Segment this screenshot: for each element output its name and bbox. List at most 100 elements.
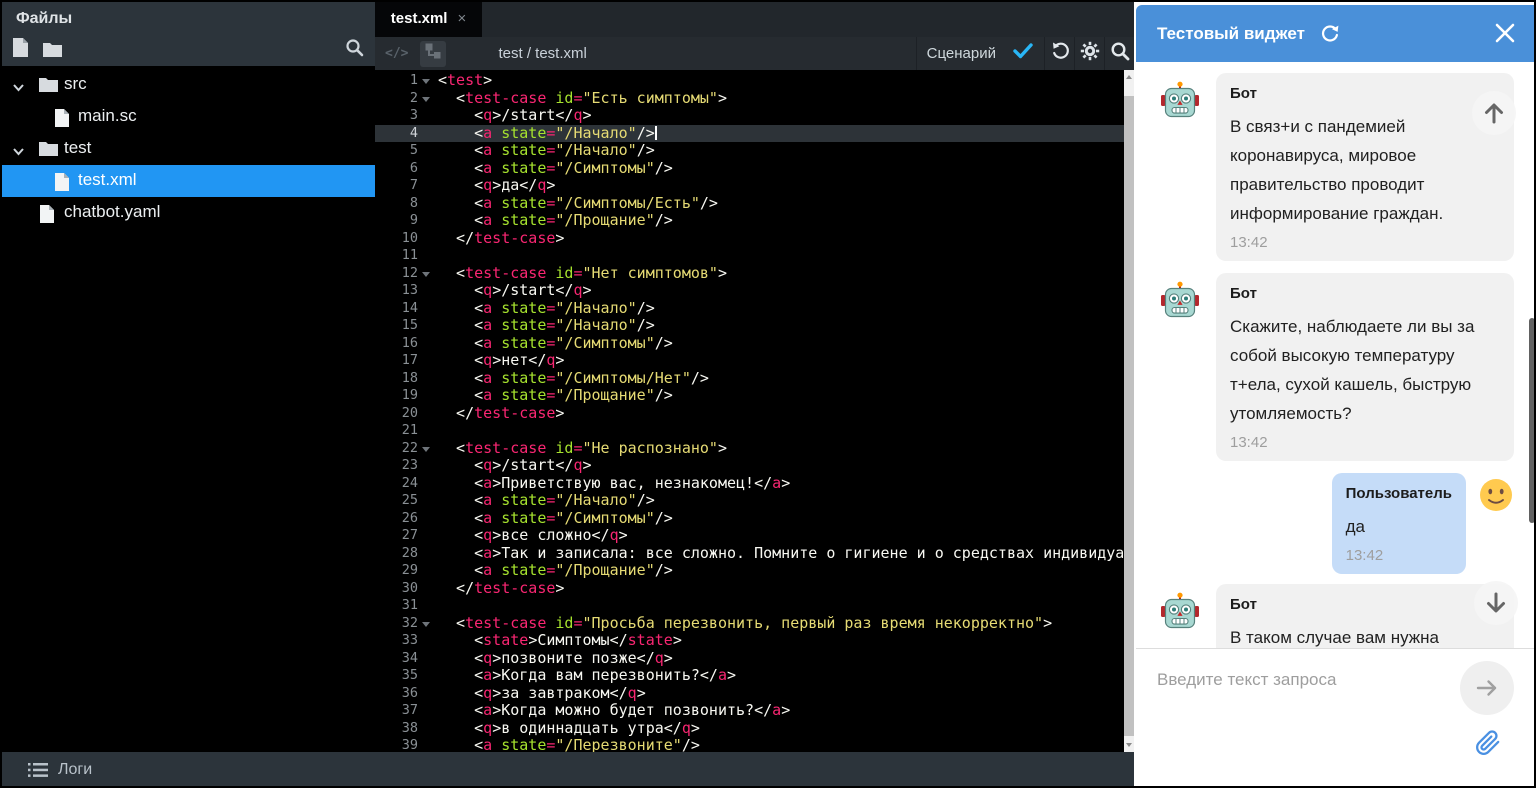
line-number: 39 [375, 737, 432, 752]
line-number: 11 [375, 247, 432, 265]
code-line-27[interactable]: 27 <q>все сложно</q> [375, 527, 1124, 545]
validate-check-icon[interactable] [1012, 42, 1034, 65]
file-icon [54, 172, 70, 197]
graph-view-button[interactable] [420, 41, 446, 67]
tree-item-label: src [64, 74, 87, 94]
code-line-13[interactable]: 13 <q>/start</q> [375, 282, 1124, 300]
tree-item-chatbot-yaml[interactable]: chatbot.yaml [0, 197, 375, 229]
code-lines: 1<test>2 <test-case id="Есть симптомы">3… [375, 72, 1124, 752]
tab-close-icon[interactable]: × [457, 11, 466, 26]
code-line-28[interactable]: 28 <a>Так и записала: все сложно. Помнит… [375, 545, 1124, 563]
refresh-button[interactable] [1319, 23, 1341, 45]
fold-arrow-icon[interactable] [422, 622, 430, 627]
code-line-7[interactable]: 7 <q>да</q> [375, 177, 1124, 195]
code-line-22[interactable]: 22 <test-case id="Не распознано"> [375, 440, 1124, 458]
new-file-button[interactable] [8, 38, 32, 62]
code-text: </test-case> [432, 230, 1124, 248]
code-line-24[interactable]: 24 <a>Приветствую вас, незнакомец!</a> [375, 475, 1124, 493]
scrollbar-up-arrow[interactable] [1126, 75, 1132, 79]
code-text: <a state="/Симптомы"/> [432, 160, 1124, 178]
code-text: <test-case id="Нет симптомов"> [432, 265, 1124, 283]
scroll-to-bottom-button[interactable] [1474, 581, 1518, 625]
chevron-down-icon[interactable] [12, 79, 25, 99]
gear-icon [1080, 41, 1100, 66]
code-line-39[interactable]: 39 <a state="/Перезвоните"/> [375, 737, 1124, 752]
code-line-6[interactable]: 6 <a state="/Симптомы"/> [375, 160, 1124, 178]
code-text: <a state="/Прощание"/> [432, 212, 1124, 230]
code-line-36[interactable]: 36 <q>за завтраком</q> [375, 685, 1124, 703]
code-line-23[interactable]: 23 <q>/start</q> [375, 457, 1124, 475]
code-line-4[interactable]: 4 <a state="/Начало"/> [375, 125, 1124, 143]
logs-bar[interactable]: Логи [0, 752, 1134, 788]
fold-arrow-icon[interactable] [422, 79, 430, 84]
chat-scrollbar-thumb[interactable] [1529, 318, 1535, 523]
chevron-down-icon[interactable] [12, 143, 25, 163]
code-line-11[interactable]: 11 [375, 247, 1124, 265]
file-search-button[interactable] [342, 38, 366, 62]
scrollbar-down-arrow[interactable] [1126, 743, 1132, 747]
scroll-to-top-button[interactable] [1472, 91, 1516, 135]
code-editor[interactable]: 1<test>2 <test-case id="Есть симптомы">3… [375, 70, 1134, 752]
code-text: <a state="/Начало"/> [432, 142, 1124, 160]
code-text [432, 247, 1124, 265]
send-button[interactable] [1460, 661, 1514, 715]
code-line-10[interactable]: 10 </test-case> [375, 230, 1124, 248]
code-text: <test> [432, 72, 1124, 90]
mode-label: Сценарий [927, 45, 996, 62]
code-line-3[interactable]: 3 <q>/start</q> [375, 107, 1124, 125]
code-line-8[interactable]: 8 <a state="/Симптомы/Есть"/> [375, 195, 1124, 213]
test-widget-panel: Тестовый виджет БотВ связ+и с пандемией … [1136, 0, 1536, 788]
code-line-18[interactable]: 18 <a state="/Симптомы/Нет"/> [375, 370, 1124, 388]
code-line-35[interactable]: 35 <a>Когда вам перезвонить?</a> [375, 667, 1124, 685]
undo-button[interactable] [1044, 37, 1074, 70]
code-line-16[interactable]: 16 <a state="/Симптомы"/> [375, 335, 1124, 353]
file-explorer-actions [0, 36, 375, 66]
code-text: <a state="/Симптомы/Есть"/> [432, 195, 1124, 213]
tree-item-src[interactable]: src [0, 69, 375, 101]
tree-item-main-sc[interactable]: main.sc [0, 101, 375, 133]
fold-arrow-icon[interactable] [422, 97, 430, 102]
code-line-34[interactable]: 34 <q>позвоните позже</q> [375, 650, 1124, 668]
code-line-9[interactable]: 9 <a state="/Прощание"/> [375, 212, 1124, 230]
code-line-14[interactable]: 14 <a state="/Начало"/> [375, 300, 1124, 318]
line-number: 20 [375, 405, 432, 423]
code-line-20[interactable]: 20 </test-case> [375, 405, 1124, 423]
line-number: 10 [375, 230, 432, 248]
fold-arrow-icon[interactable] [422, 447, 430, 452]
code-line-29[interactable]: 29 <a state="/Прощание"/> [375, 562, 1124, 580]
code-line-26[interactable]: 26 <a state="/Симптомы"/> [375, 510, 1124, 528]
undo-icon [1050, 41, 1070, 66]
code-line-17[interactable]: 17 <q>нет</q> [375, 352, 1124, 370]
line-number: 13 [375, 282, 432, 300]
code-line-5[interactable]: 5 <a state="/Начало"/> [375, 142, 1124, 160]
code-line-38[interactable]: 38 <q>в одиннадцать утра</q> [375, 720, 1124, 738]
fold-arrow-icon[interactable] [422, 272, 430, 277]
code-line-12[interactable]: 12 <test-case id="Нет симптомов"> [375, 265, 1124, 283]
code-line-30[interactable]: 30 </test-case> [375, 580, 1124, 598]
code-view-icon[interactable]: </> [385, 46, 408, 61]
tab-test-xml[interactable]: test.xml × [375, 0, 482, 37]
tree-item-test-xml[interactable]: test.xml [0, 165, 375, 197]
editor-scrollbar-thumb[interactable] [1124, 96, 1134, 736]
new-folder-button[interactable] [40, 40, 64, 64]
code-line-33[interactable]: 33 <state>Симптомы</state> [375, 632, 1124, 650]
code-line-32[interactable]: 32 <test-case id="Просьба перезвонить, п… [375, 615, 1124, 633]
tree-item-test[interactable]: test [0, 133, 375, 165]
code-line-2[interactable]: 2 <test-case id="Есть симптомы"> [375, 90, 1124, 108]
code-line-19[interactable]: 19 <a state="/Прощание"/> [375, 387, 1124, 405]
code-line-31[interactable]: 31 [375, 597, 1124, 615]
code-line-1[interactable]: 1<test> [375, 72, 1124, 90]
message-text: В связ+и с пандемией коронавируса, миров… [1230, 112, 1500, 228]
text-cursor [655, 126, 657, 140]
settings-button[interactable] [1074, 37, 1104, 70]
tree-item-label: chatbot.yaml [64, 202, 160, 222]
attach-file-button[interactable] [1474, 729, 1502, 757]
close-icon[interactable] [1494, 22, 1516, 44]
editor-search-button[interactable] [1104, 37, 1134, 70]
code-line-15[interactable]: 15 <a state="/Начало"/> [375, 317, 1124, 335]
code-line-37[interactable]: 37 <a>Когда можно будет позвонить?</a> [375, 702, 1124, 720]
code-line-21[interactable]: 21 [375, 422, 1124, 440]
code-line-25[interactable]: 25 <a state="/Начало"/> [375, 492, 1124, 510]
editor-scrollbar[interactable] [1124, 70, 1134, 752]
message-input[interactable] [1157, 663, 1457, 697]
